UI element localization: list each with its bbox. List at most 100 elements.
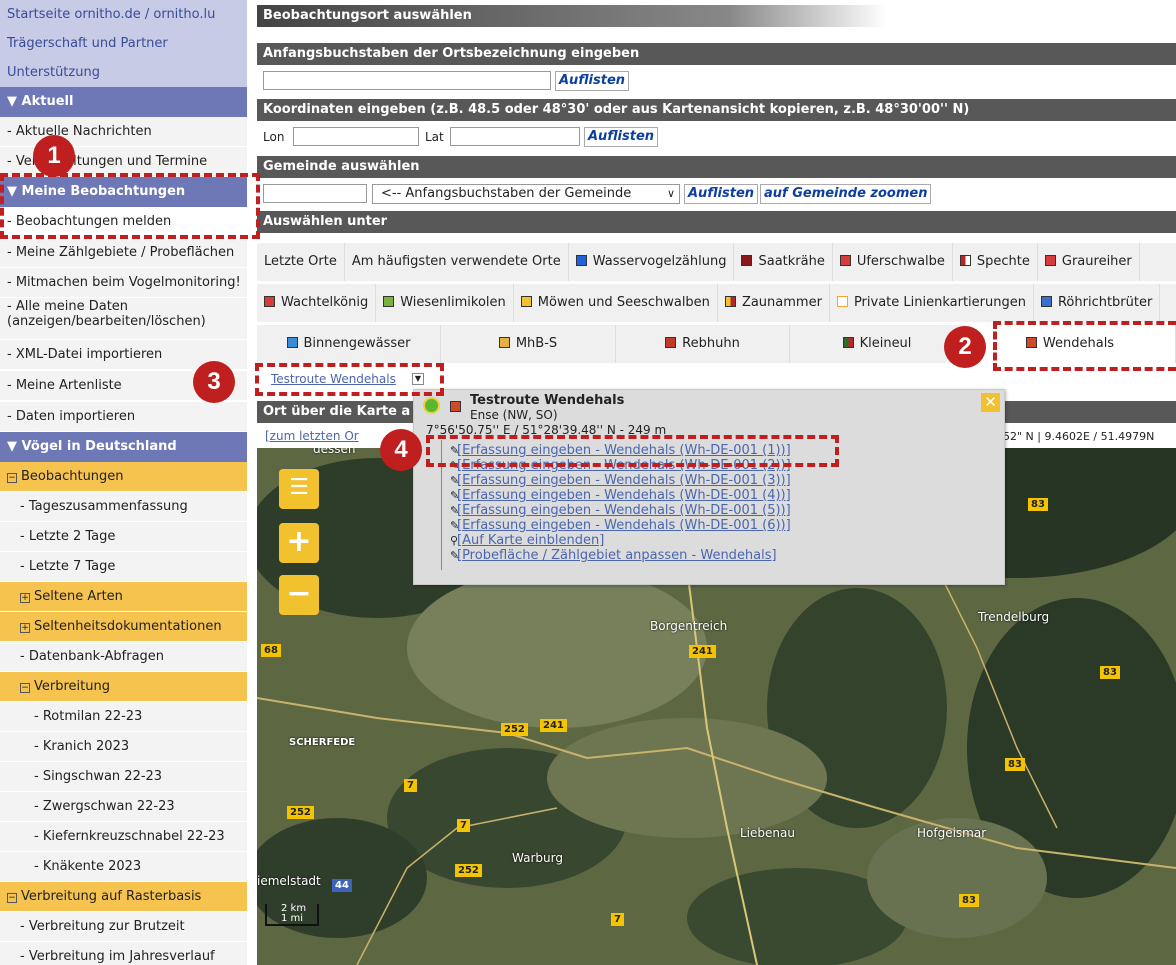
road-number-badge: 252 — [287, 806, 314, 819]
expand-icon: + — [20, 593, 30, 603]
sidebar-header-aktuell[interactable]: ▼ Aktuell — [0, 87, 247, 117]
sidebar-link-traegerschaft[interactable]: Trägerschaft und Partner — [0, 29, 247, 59]
tab-zaunammer[interactable]: Zaunammer — [717, 284, 830, 322]
tab-letzte-orte[interactable]: Letzte Orte — [257, 243, 345, 281]
sidebar-item-alle-meine-daten[interactable]: - Alle meine Daten (anzeigen/bearbeiten/l… — [0, 298, 247, 340]
color-square-icon — [1040, 296, 1052, 307]
map-town-label: dessen — [313, 448, 356, 456]
tab-rebhuhn[interactable]: Rebhuhn — [616, 325, 790, 363]
erfassung-link-6[interactable]: [Erfassung eingeben - Wendehals (Wh-DE-0… — [457, 518, 791, 533]
tab-graureiher[interactable]: Graureiher — [1037, 243, 1140, 281]
tab-kleineul[interactable]: Kleineul — [790, 325, 965, 363]
tab-wiesenlimikolen[interactable]: Wiesenlimikolen — [376, 284, 514, 322]
tab-mhb-s[interactable]: MhB-S — [441, 325, 616, 363]
close-icon[interactable]: ✕ — [981, 393, 1000, 412]
sidebar-link-startseite[interactable]: Startseite ornitho.de / ornitho.lu — [0, 0, 247, 30]
road-number-badge: 83 — [1100, 666, 1120, 679]
sidebar-item-datenbank-abfragen[interactable]: - Datenbank-Abfragen — [0, 642, 247, 672]
auf-gemeinde-zoomen-button[interactable]: auf Gemeinde zoomen — [760, 184, 932, 204]
color-square-icon — [383, 296, 395, 307]
color-square-icon — [839, 255, 851, 266]
sidebar-item-kiefernkreuzschnabel[interactable]: - Kiefernkreuzschnabel 22-23 — [0, 822, 247, 852]
auflisten-button-gemeinde[interactable]: Auflisten — [684, 184, 759, 204]
map-town-label: Hofgeismar — [917, 826, 987, 840]
sidebar-item-vogelmonitoring[interactable]: - Mitmachen beim Vogelmonitoring! — [0, 268, 247, 298]
road-number-badge: 83 — [1005, 758, 1025, 771]
erfassung-link-3[interactable]: [Erfassung eingeben - Wendehals (Wh-DE-0… — [457, 473, 791, 488]
auflisten-button-ort[interactable]: Auflisten — [555, 71, 630, 91]
tab-binnengewaesser[interactable]: Binnengewässer — [257, 325, 441, 363]
tab-saatkraehe[interactable]: Saatkrähe — [734, 243, 833, 281]
color-square-icon — [575, 255, 587, 266]
road-number-badge: 7 — [457, 819, 470, 832]
road-number-badge: 68 — [261, 644, 281, 657]
sidebar-item-beobachtungen[interactable]: − Beobachtungen — [0, 462, 247, 492]
color-square-icon — [836, 296, 848, 307]
sidebar-item-kranich[interactable]: - Kranich 2023 — [0, 732, 247, 762]
tab-roehrichtbrueter[interactable]: Röhrichtbrüter — [1033, 284, 1161, 322]
color-square-icon — [959, 255, 971, 266]
section-header-koordinaten: Koordinaten eingeben (z.B. 48.5 oder 48°… — [257, 99, 1176, 121]
sidebar-item-zaehlgebiete[interactable]: - Meine Zählgebiete / Probeflächen — [0, 238, 247, 268]
sidebar-link-unterstuetzung[interactable]: Unterstützung — [0, 58, 247, 88]
road-number-badge: 252 — [455, 864, 482, 877]
section-header-auswaehlen-unter: Auswählen unter — [257, 211, 1176, 233]
sidebar-item-zwergschwan[interactable]: - Zwergschwan 22-23 — [0, 792, 247, 822]
tab-spechte[interactable]: Spechte — [952, 243, 1038, 281]
sidebar-item-rasterbasis[interactable]: − Verbreitung auf Rasterbasis — [0, 882, 247, 912]
popup-title: Testroute Wendehals — [470, 393, 625, 408]
lat-label: Lat — [425, 130, 444, 144]
road-number-badge: 252 — [501, 723, 528, 736]
tab-uferschwalbe[interactable]: Uferschwalbe — [832, 243, 953, 281]
gemeinde-select[interactable]: <-- Anfangsbuchstaben der Gemeinde ∨ — [372, 184, 680, 204]
sidebar-item-verbreitung[interactable]: − Verbreitung — [0, 672, 247, 702]
chevron-down-icon: ∨ — [666, 187, 675, 200]
lat-input[interactable] — [450, 127, 580, 146]
map-town-label: Liebenau — [740, 826, 795, 840]
tab-row-1: Letzte Orte Am häufigsten verwendete Ort… — [257, 243, 1176, 281]
sidebar-item-seltene-arten[interactable]: + Seltene Arten — [0, 582, 247, 612]
layers-icon[interactable]: ☰ — [279, 469, 319, 509]
collapse-icon: − — [20, 683, 30, 693]
sidebar-item-seltenheitsdokumentationen[interactable]: + Seltenheitsdokumentationen — [0, 612, 247, 642]
triangle-down-icon: ▼ — [7, 94, 22, 109]
road-number-badge: 7 — [404, 779, 417, 792]
tab-wasservogelzaehlung[interactable]: Wasservogelzählung — [568, 243, 735, 281]
sidebar-item-letzte-7-tage[interactable]: - Letzte 7 Tage — [0, 552, 247, 582]
annotation-box-1 — [0, 173, 260, 239]
sidebar-item-singschwan[interactable]: - Singschwan 22-23 — [0, 762, 247, 792]
map-town-label: Borgentreich — [650, 619, 728, 633]
sidebar-item-letzte-2-tage[interactable]: - Letzte 2 Tage — [0, 522, 247, 552]
sidebar-item-jahresverlauf[interactable]: - Verbreitung im Jahresverlauf — [0, 942, 247, 965]
map-town-label: iemelstadt — [257, 874, 321, 888]
color-square-icon — [842, 337, 854, 348]
color-square-icon — [498, 337, 510, 348]
gemeinde-input[interactable] — [263, 184, 367, 203]
auf-karte-einblenden-link[interactable]: [Auf Karte einblenden] — [457, 533, 604, 548]
tab-moewen-seeschwalben[interactable]: Möwen und Seeschwalben — [513, 284, 718, 322]
triangle-down-icon: ▼ — [7, 439, 22, 454]
erfassung-link-5[interactable]: [Erfassung eingeben - Wendehals (Wh-DE-0… — [457, 503, 791, 518]
tab-haeufigste-orte[interactable]: Am häufigsten verwendete Orte — [344, 243, 569, 281]
sidebar-item-daten-importieren[interactable]: - Daten importieren — [0, 402, 247, 432]
sidebar-item-brutzeit[interactable]: - Verbreitung zur Brutzeit — [0, 912, 247, 942]
zoom-out-button[interactable]: − — [279, 575, 319, 615]
road-number-badge: 241 — [540, 719, 567, 732]
sidebar-item-rotmilan[interactable]: - Rotmilan 22-23 — [0, 702, 247, 732]
map-scale-bar: 2 km 1 mi — [265, 904, 319, 926]
lon-input[interactable] — [293, 127, 419, 146]
annotation-marker-2: 2 — [944, 326, 986, 368]
sidebar-item-knaekente[interactable]: - Knäkente 2023 — [0, 852, 247, 882]
tab-wachtelkoenig[interactable]: Wachtelkönig — [257, 284, 377, 322]
auflisten-button-koordinaten[interactable]: Auflisten — [584, 127, 659, 147]
tab-private-linienkartierungen[interactable]: Private Linienkartierungen — [829, 284, 1034, 322]
zoom-in-button[interactable]: + — [279, 523, 319, 563]
sidebar-header-voegel[interactable]: ▼ Vögel in Deutschland — [0, 432, 247, 462]
color-square-icon — [1044, 255, 1056, 266]
section-header-ortsbezeichnung: Anfangsbuchstaben der Ortsbezeichnung ei… — [257, 43, 1176, 65]
erfassung-link-4[interactable]: [Erfassung eingeben - Wendehals (Wh-DE-0… — [457, 488, 791, 503]
probeflaeche-anpassen-link[interactable]: [Probefläche / Zählgebiet anpassen - Wen… — [457, 548, 777, 563]
sidebar-item-tageszusammenfassung[interactable]: - Tageszusammenfassung — [0, 492, 247, 522]
zum-letzten-ort-link[interactable]: [zum letzten Or — [265, 429, 359, 443]
ortsbezeichnung-input[interactable] — [263, 71, 551, 90]
